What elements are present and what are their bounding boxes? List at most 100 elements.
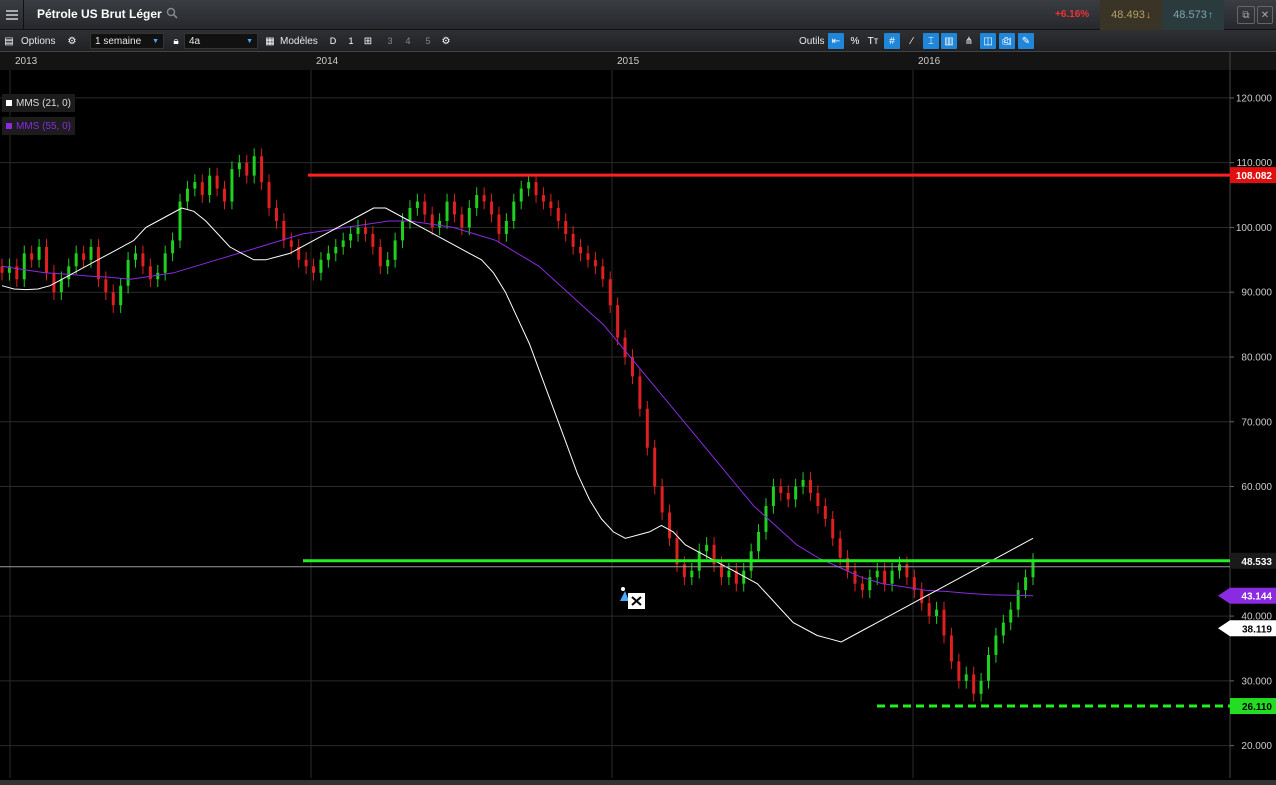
x-tick-label: 2015 [617,56,640,67]
candle-body [363,227,367,234]
candle-body [208,175,212,196]
candle-body [490,201,494,215]
candle-body [690,570,694,578]
num-button-3[interactable]: 3 [383,33,397,49]
candle-body [104,279,108,293]
candle-body [786,493,790,500]
candle-body [460,214,464,228]
bottom-scrollbar[interactable] [0,780,1276,785]
candle-body [356,227,360,234]
arrow-down-icon: ↓ [1145,9,1151,21]
legend-ma55[interactable]: MMS (55, 0) [2,117,76,135]
draw-line-icon[interactable]: ⁄ [904,33,920,49]
candle-body [0,266,4,273]
crosshair-icon[interactable]: ⇤ [828,33,844,49]
layout-icon[interactable]: ⊞ [360,33,376,49]
options-button[interactable]: Options [21,33,55,49]
candle-body [638,376,642,409]
gear-icon[interactable]: ⚙ [64,33,80,49]
candle-body [37,246,41,260]
candle-body [986,654,990,681]
candle-body [445,201,449,221]
candle-body [260,156,264,183]
legend-ma21[interactable]: MMS (21, 0) [2,94,76,112]
candle-body [30,253,34,260]
candle-body [838,538,842,558]
d-button[interactable]: D [326,33,340,49]
bar-chart-icon[interactable]: ▥ [941,33,957,49]
candle-body [482,195,486,202]
candle-body [386,259,390,267]
one-button[interactable]: 1 [344,33,358,49]
candle-body [408,208,412,221]
instrument-title: Pétrole US Brut Léger [37,7,162,21]
range-select[interactable]: 4a ▼ [184,33,258,49]
candle-body [452,201,456,215]
x-tick-label: 2013 [15,56,38,67]
zoom-icon[interactable]: ◫ [980,33,996,49]
candle-body [393,240,397,260]
legend-swatch [6,100,12,106]
candle-body [267,182,271,209]
period-value: 1 semaine [95,35,142,47]
search-icon[interactable] [166,7,178,19]
candle-body [645,408,649,448]
wrench-icon[interactable]: ✎ [1018,33,1034,49]
close-icon[interactable]: ✕ [1257,6,1273,24]
candle-body [163,253,167,273]
candle-body [875,570,879,578]
candle-body [148,266,152,280]
candle-body [1001,622,1005,636]
candle-body [438,220,442,228]
popout-icon[interactable]: ⧉ [1237,6,1255,24]
candle-body [282,220,286,241]
candle-body [823,505,827,519]
candles [0,148,1035,702]
menu-icon[interactable] [0,0,24,30]
candle-body [1024,577,1028,591]
candle-body [504,220,508,234]
candle-body [326,253,330,260]
candle-body [831,518,835,539]
ma55-label: 43.144 [1241,592,1272,603]
candle-body [608,279,612,306]
candle-icon[interactable]: ⌶ [923,33,939,49]
price-chart[interactable]: 2013 2014 2015 2016 120.000110.000100.00090… [0,52,1276,780]
percent-button[interactable]: % [847,33,863,49]
sell-price: 48.493 [1111,9,1145,21]
candle-body [920,590,924,604]
text-tool-button[interactable]: Tт [865,33,881,49]
candle-body [289,240,293,247]
candle-body [682,564,686,578]
options-icon[interactable]: ▤ [1,33,17,49]
y-tick-label: 20.000 [1241,741,1272,752]
candle-body [601,266,605,280]
candle-body [126,259,130,286]
candle-body [757,531,761,552]
candle-body [593,259,597,267]
x-tick-label: 2016 [918,56,941,67]
price-change: +6.16% [1055,9,1090,20]
candle-body [111,292,115,306]
settings-gear-icon[interactable]: ⚙ [438,33,454,49]
num-button-5[interactable]: 5 [421,33,435,49]
legend-label: MMS (21, 0) [16,97,72,109]
candle-body [764,505,768,532]
models-button[interactable]: Modèles [280,33,318,49]
candle-body [719,564,723,578]
candle-body [371,233,375,247]
alert-marker[interactable] [620,587,645,609]
price-tags: 108.082 48.533 43.144 38.119 26.110 [1218,167,1276,715]
sell-button[interactable]: 48.493 ↓ [1100,0,1162,30]
period-select[interactable]: 1 semaine ▼ [90,33,164,49]
lock-icon[interactable]: 🔒︎ [168,33,184,49]
grid-icon[interactable]: # [884,33,900,49]
num-button-4[interactable]: 4 [401,33,415,49]
x-tick-label: 2014 [316,56,339,67]
buy-button[interactable]: 48.573 ↑ [1162,0,1224,30]
fork-icon[interactable]: ⋔ [961,33,977,49]
candle-body [178,201,182,241]
calendar-icon[interactable]: ▦ [262,33,278,49]
candle-body [564,220,568,234]
printer-icon[interactable]: ⎙ [998,33,1014,49]
